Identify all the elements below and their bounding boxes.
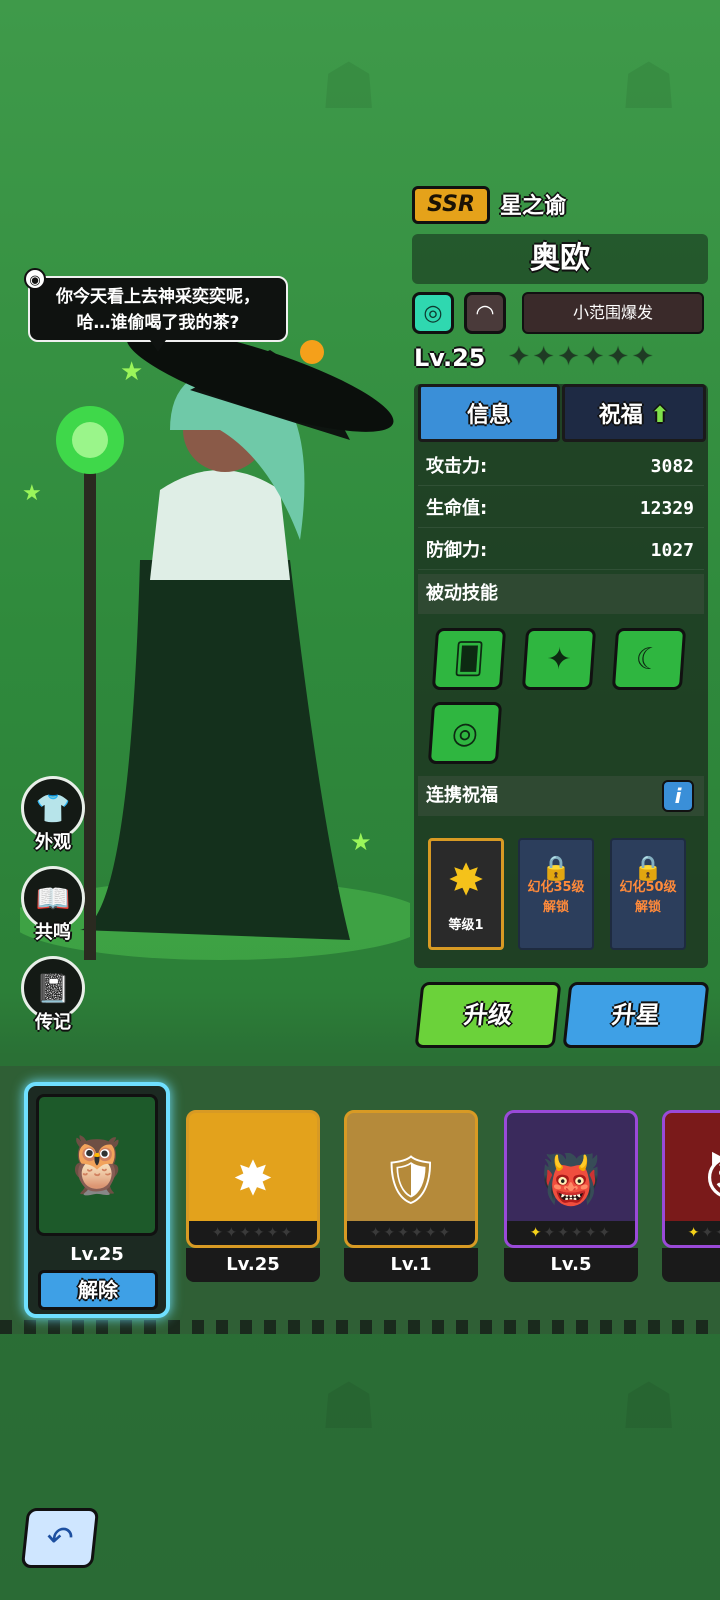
speech-icon: ◉ xyxy=(24,268,46,290)
bubble-tail xyxy=(150,340,166,352)
svg-text:★: ★ xyxy=(22,481,42,506)
card-stars: ✦✦✦✦✦✦ xyxy=(665,1221,720,1245)
stat-defense: 防御力: 1027 xyxy=(418,532,704,570)
roster-level: Lv.25 xyxy=(70,1244,124,1265)
owl-portrait-icon: 🦉 xyxy=(36,1094,158,1236)
class-arc-icon[interactable]: ◠ xyxy=(464,292,506,334)
roster-card[interactable]: 🛡 ✦✦✦✦✦✦ Lv.1 xyxy=(344,1110,478,1288)
hero-title: 星之谕 xyxy=(500,194,567,219)
biography-button[interactable]: 📓 传记 xyxy=(18,956,88,1046)
roster-level: Lv.5 xyxy=(504,1248,638,1282)
rarity-badge: SSR xyxy=(412,186,490,224)
roster-level: L xyxy=(662,1248,720,1282)
knight-portrait-icon: 🛡 ✦✦✦✦✦✦ xyxy=(344,1110,478,1248)
svg-text:★: ★ xyxy=(120,357,143,387)
bless-card-locked[interactable]: 🔒 幻化35级 解锁 xyxy=(518,838,594,950)
back-arrow-icon: ↶ xyxy=(44,1519,76,1557)
hero-level: Lv.25 xyxy=(414,344,486,372)
stat-label: 生命值: xyxy=(426,498,488,519)
card-stars: ✦✦✦✦✦✦ xyxy=(507,1221,635,1245)
bless-card-locked[interactable]: 🔒 幻化50级 解锁 xyxy=(610,838,686,950)
info-icon[interactable]: i xyxy=(662,780,694,812)
upgrade-arrow-icon: ⬆ xyxy=(650,403,670,428)
upgrade-button[interactable]: 升级 xyxy=(414,982,562,1048)
demon-portrait-icon: 😈✦✦✦✦✦✦ xyxy=(662,1110,720,1248)
roster-card[interactable]: ✸ ✦✦✦✦✦✦ Lv.25 xyxy=(186,1110,320,1288)
bless-level-label: 等级1 xyxy=(448,918,484,933)
bless-card-active[interactable]: ✸ 等级1 xyxy=(428,838,504,950)
skill-cards-icon[interactable]: 🂠 xyxy=(431,628,507,690)
tab-info[interactable]: 信息 xyxy=(418,384,560,442)
element-swirl-icon[interactable]: ◎ xyxy=(412,292,454,334)
bg-monster-icon: ☗ xyxy=(320,50,378,124)
tab-bless-label: 祝福 xyxy=(598,403,643,428)
roster-level: Lv.1 xyxy=(344,1248,478,1282)
card-stars: ✦✦✦✦✦✦ xyxy=(347,1221,475,1245)
tab-bless[interactable]: 祝福 ⬆ xyxy=(562,384,706,442)
bg-monster-icon: ☗ xyxy=(620,50,678,124)
bless-unlock-line1: 幻化50级 xyxy=(619,880,677,895)
bless-unlock-line1: 幻化35级 xyxy=(527,880,585,895)
stat-attack: 攻击力: 3082 xyxy=(418,448,704,486)
resonance-button[interactable]: 📖 共鸣 xyxy=(18,866,88,956)
star-up-button[interactable]: 升星 xyxy=(562,982,710,1048)
bg-monster-icon: ☗ xyxy=(320,1370,378,1444)
speech-bubble: ◉ 你今天看上去神采奕奕呢， 哈…谁偷喝了我的茶? xyxy=(24,268,288,352)
appearance-button[interactable]: 👕 外观 xyxy=(18,776,88,866)
back-button[interactable]: ↶ xyxy=(20,1508,100,1568)
hero-name: 奥欧 xyxy=(412,234,708,284)
roster-divider xyxy=(0,1320,720,1334)
bless-unlock-line2: 解锁 xyxy=(634,900,661,915)
speech-line-2: 哈…谁偷喝了我的茶? xyxy=(76,313,240,333)
stat-value: 3082 xyxy=(650,456,694,477)
roster-card[interactable]: 👹 ✦✦✦✦✦✦ Lv.5 xyxy=(504,1110,638,1288)
bg-monster-icon: ☗ xyxy=(620,1370,678,1444)
skill-target-icon[interactable]: ◎ xyxy=(427,702,503,764)
stat-label: 防御力: xyxy=(426,540,488,561)
card-stars: ✦✦✦✦✦✦ xyxy=(189,1221,317,1245)
stat-label: 攻击力: xyxy=(426,456,488,477)
skill-tag[interactable]: 小范围爆发 xyxy=(522,292,704,334)
roster-card-selected[interactable]: 🦉 Lv.25 解除 xyxy=(24,1082,170,1318)
roster-card[interactable]: 😈✦✦✦✦✦✦ L xyxy=(662,1110,720,1288)
lock-icon: 🔒 xyxy=(541,854,571,882)
skill-stars-icon[interactable]: ✦ xyxy=(521,628,597,690)
hero-portrait-icon: ✸ xyxy=(447,855,485,906)
release-button[interactable]: 解除 xyxy=(38,1270,158,1310)
bless-unlock-line2: 解锁 xyxy=(542,900,569,915)
stat-hp: 生命值: 12329 xyxy=(418,490,704,528)
stat-value: 12329 xyxy=(639,498,694,519)
star-rating: ✦✦✦✦✦✦ xyxy=(508,342,657,372)
appearance-label: 外观 xyxy=(35,832,71,853)
biography-label: 传记 xyxy=(35,1012,71,1033)
passive-skills-header: 被动技能 xyxy=(418,574,704,614)
monster-portrait-icon: 👹 ✦✦✦✦✦✦ xyxy=(504,1110,638,1248)
lock-icon: 🔒 xyxy=(633,854,663,882)
electric-mask-portrait-icon: ✸ ✦✦✦✦✦✦ xyxy=(186,1110,320,1248)
resonance-label: 共鸣 xyxy=(35,922,71,943)
speech-line-1: 你今天看上去神采奕奕呢， xyxy=(56,287,260,307)
roster-level: Lv.25 xyxy=(186,1248,320,1282)
svg-text:★: ★ xyxy=(350,828,372,856)
skill-moon-icon[interactable]: ☾ xyxy=(611,628,687,690)
stat-value: 1027 xyxy=(650,540,694,561)
